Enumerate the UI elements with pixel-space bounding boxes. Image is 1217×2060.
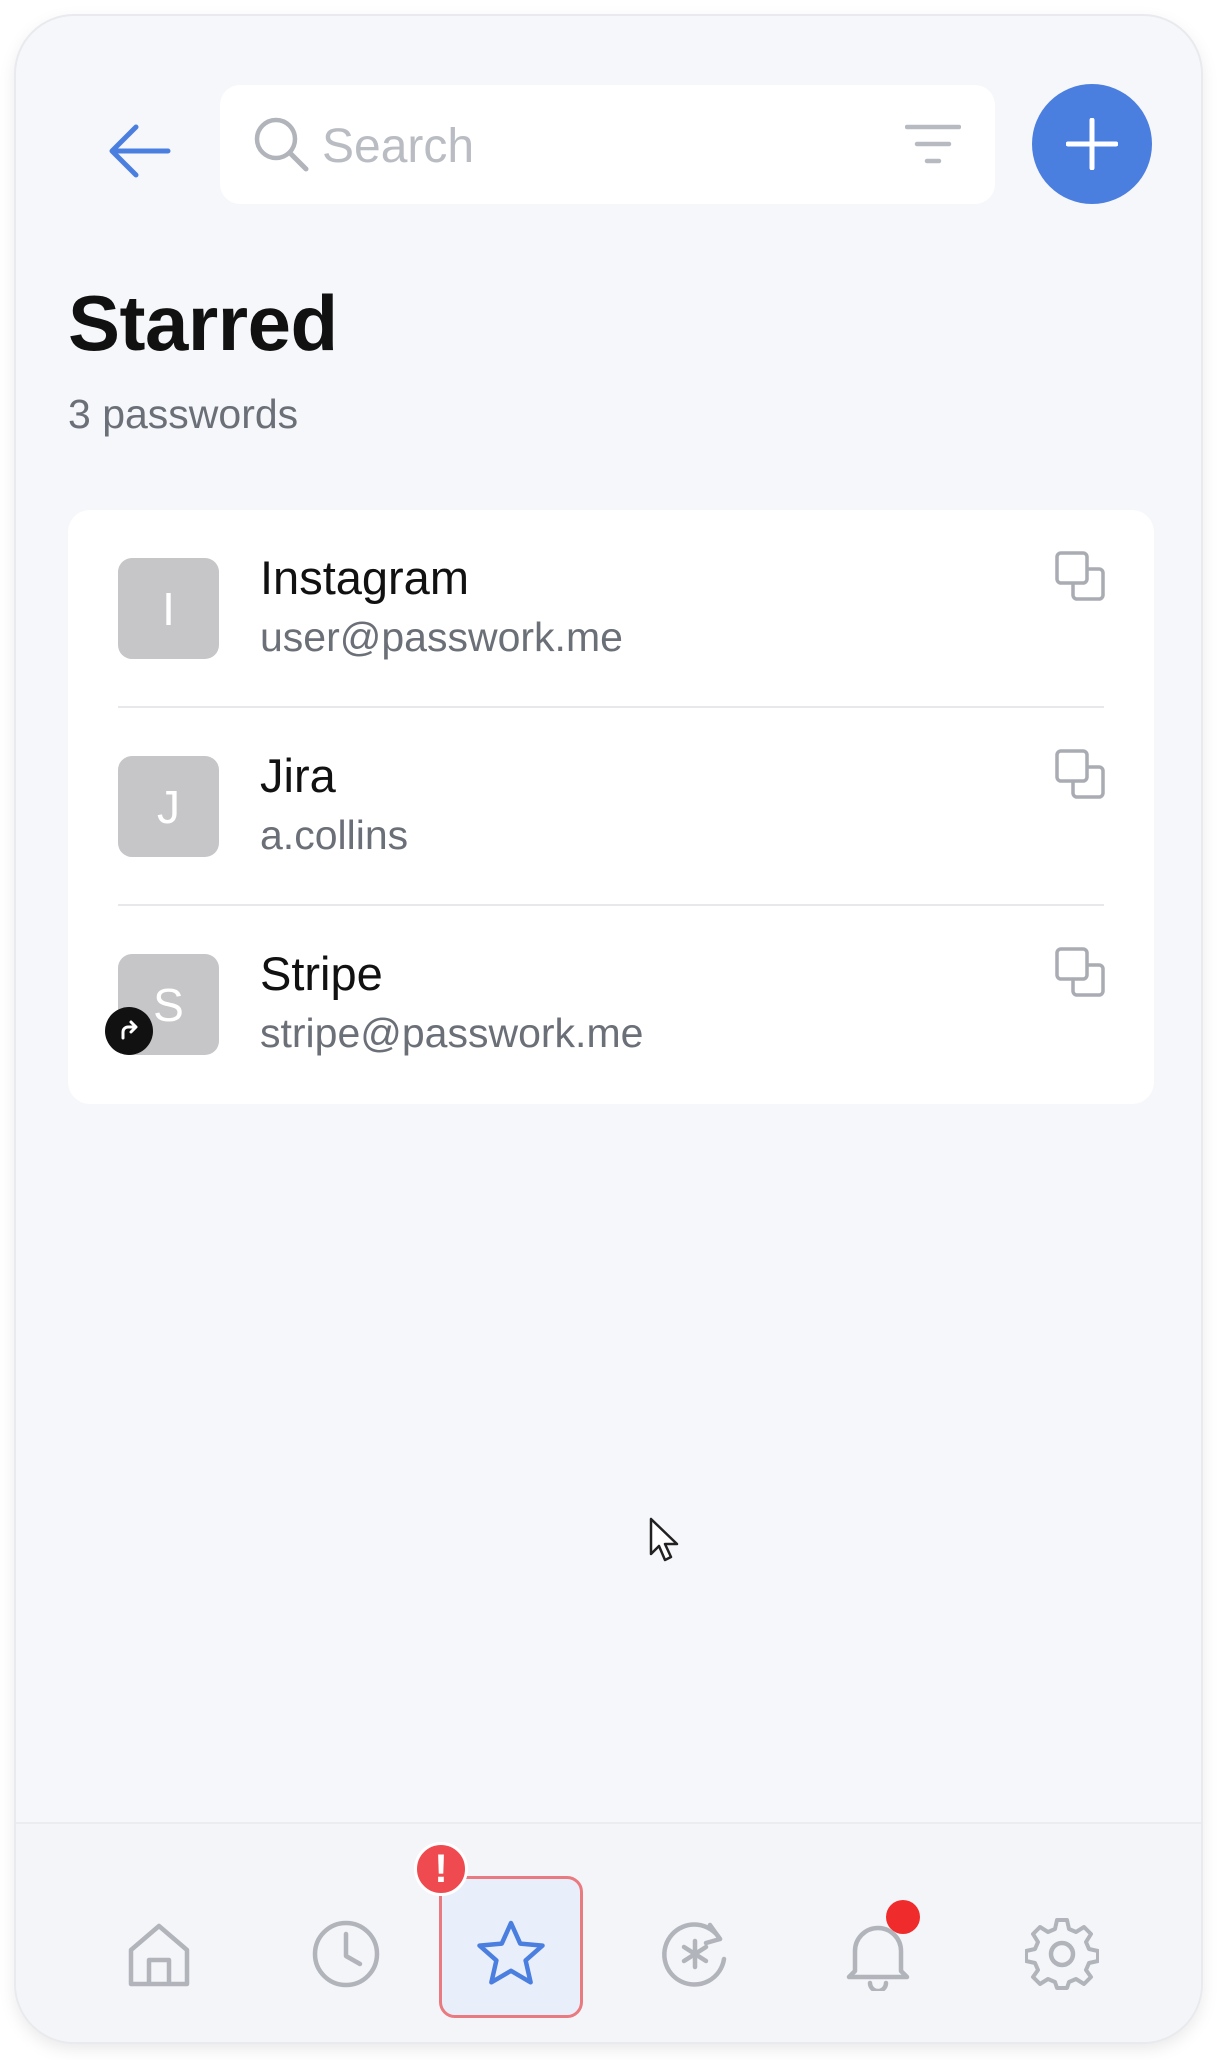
app-window: Starred 3 passwords I Instagram user@pas… bbox=[16, 16, 1201, 2042]
nav-recent[interactable] bbox=[306, 1914, 386, 1994]
nav-starred[interactable] bbox=[471, 1914, 551, 1994]
shared-badge bbox=[105, 1007, 153, 1055]
back-button[interactable] bbox=[94, 106, 184, 196]
item-login: stripe@passwork.me bbox=[260, 1010, 644, 1056]
gear-icon bbox=[1025, 1918, 1099, 1990]
item-login: user@passwork.me bbox=[260, 614, 623, 660]
page-title: Starred bbox=[68, 279, 338, 367]
nav-generator[interactable] bbox=[655, 1914, 735, 1994]
clock-icon bbox=[312, 1920, 380, 1988]
search-bar[interactable] bbox=[220, 85, 995, 204]
avatar: I bbox=[118, 558, 219, 659]
nav-home[interactable] bbox=[119, 1914, 199, 1994]
password-count: 3 passwords bbox=[68, 391, 299, 437]
list-item-instagram[interactable]: I Instagram user@passwork.me bbox=[68, 510, 1154, 708]
plus-icon bbox=[1066, 118, 1118, 170]
avatar: J bbox=[118, 756, 219, 857]
password-list: I Instagram user@passwork.me J Jira a.co… bbox=[68, 510, 1154, 1104]
search-icon bbox=[254, 117, 309, 172]
mouse-cursor-icon bbox=[649, 1517, 679, 1562]
share-arrow-icon bbox=[121, 1020, 138, 1040]
search-input[interactable] bbox=[320, 110, 864, 182]
item-title: Jira bbox=[260, 749, 336, 802]
item-login: a.collins bbox=[260, 812, 409, 858]
item-title: Stripe bbox=[260, 947, 383, 1000]
list-item-stripe[interactable]: S Stripe stripe@passwork.me bbox=[68, 906, 1154, 1104]
star-icon bbox=[477, 1920, 545, 1985]
arrow-left-icon bbox=[109, 124, 171, 178]
home-icon bbox=[128, 1923, 190, 1987]
item-title: Instagram bbox=[260, 551, 469, 604]
notification-dot bbox=[886, 1900, 920, 1934]
copy-icon[interactable] bbox=[1054, 748, 1106, 800]
password-generator-icon bbox=[662, 1922, 727, 1987]
nav-settings[interactable] bbox=[1022, 1914, 1102, 1994]
filter-icon[interactable] bbox=[905, 123, 961, 167]
copy-icon[interactable] bbox=[1054, 550, 1106, 602]
add-password-button[interactable] bbox=[1032, 84, 1152, 204]
warning-badge: ! bbox=[414, 1842, 468, 1896]
bottom-navigation: ! bbox=[16, 1822, 1201, 2042]
copy-icon[interactable] bbox=[1054, 946, 1106, 998]
list-item-jira[interactable]: J Jira a.collins bbox=[68, 708, 1154, 906]
